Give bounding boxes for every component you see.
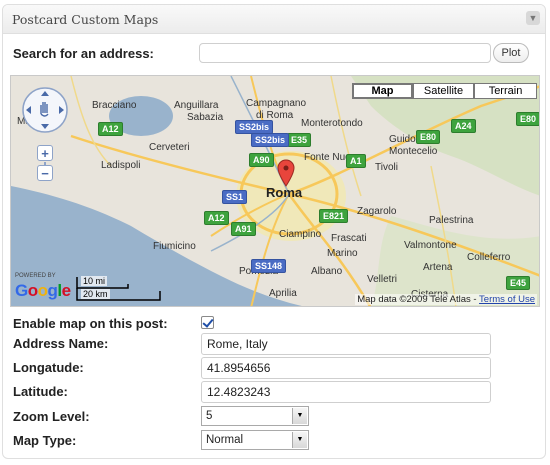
scale-km: 20 km <box>81 289 110 299</box>
zoom-out-button[interactable]: − <box>37 165 53 181</box>
map-type-label: Map Type: <box>13 433 77 448</box>
address-row: Address Name: Rome, Italy <box>3 333 545 355</box>
place-label: Bracciano <box>92 100 137 111</box>
road-shield: A24 <box>451 119 476 133</box>
search-row: Search for an address: Plot <box>3 41 545 69</box>
zoom-level-select[interactable]: 5 ▼ <box>201 406 309 426</box>
place-label: Fiumicino <box>153 241 196 252</box>
place-label: Sabazia <box>187 112 224 123</box>
road-shield: A90 <box>249 153 274 167</box>
search-label: Search for an address: <box>13 46 154 61</box>
road-shield: E35 <box>287 133 312 147</box>
longitude-label: Longatude: <box>13 360 84 375</box>
powered-by-text: POWERED BY <box>15 273 56 279</box>
place-label: Montecelio <box>389 146 438 157</box>
zoom-in-button[interactable]: + <box>37 145 53 161</box>
place-label: Anguillara <box>174 100 219 111</box>
place-label: Frascati <box>331 233 367 244</box>
place-label: Tivoli <box>375 162 398 173</box>
place-label: Palestrina <box>429 215 474 226</box>
plot-button[interactable]: Plot <box>493 43 529 63</box>
place-label: Monterotondo <box>301 118 363 129</box>
road-shield: SS148 <box>251 259 287 273</box>
enable-map-checkbox[interactable] <box>201 316 214 329</box>
road-shield: A1 <box>346 154 366 168</box>
address-input[interactable]: Rome, Italy <box>201 333 491 355</box>
enable-map-label: Enable map on this post: <box>13 316 168 331</box>
scale-miles: 10 mi <box>81 276 108 286</box>
place-label: Ladispoli <box>101 160 141 171</box>
map-pin-icon[interactable] <box>277 159 295 187</box>
chevron-down-icon[interactable]: ▼ <box>292 408 307 424</box>
place-label: Artena <box>423 262 453 273</box>
place-label-roma: Roma <box>266 185 303 200</box>
enable-map-row: Enable map on this post: <box>3 313 545 335</box>
place-label: Ciampino <box>279 229 322 240</box>
panel-title: Postcard Custom Maps <box>12 12 159 27</box>
road-shield: E80 <box>516 112 539 126</box>
map-type-value: Normal <box>206 434 244 446</box>
map-type-row: Map Type: Normal ▼ <box>3 430 545 452</box>
zoom-level-value: 5 <box>206 410 213 422</box>
maptype-satellite-button[interactable]: Satellite <box>413 83 474 99</box>
road-shield: A12 <box>98 122 123 136</box>
zoom-level-row: Zoom Level: 5 ▼ <box>3 406 545 428</box>
chevron-down-icon[interactable]: ▼ <box>292 432 307 448</box>
attribution-text: Map data ©2009 Tele Atlas - <box>357 294 480 305</box>
map-attribution: Map data ©2009 Tele Atlas - Terms of Use <box>355 294 537 305</box>
google-logo[interactable]: Google <box>15 281 71 301</box>
place-label: Zagarolo <box>357 206 397 217</box>
longitude-input[interactable]: 41.8954656 <box>201 357 491 379</box>
place-label: Velletri <box>367 274 398 285</box>
search-input[interactable] <box>199 43 491 63</box>
place-label: Marino <box>327 248 358 259</box>
road-shield: E80 <box>416 130 441 144</box>
place-label: Valmontone <box>404 240 457 251</box>
terms-of-use-link[interactable]: Terms of Use <box>479 294 535 305</box>
postcard-maps-panel: Postcard Custom Maps ▼ Search for an add… <box>2 4 546 459</box>
latitude-input[interactable]: 12.4823243 <box>201 381 491 403</box>
road-shield: E45 <box>506 276 531 290</box>
road-shield: A91 <box>231 222 256 236</box>
place-label: Campagnano <box>246 98 307 109</box>
place-label: Albano <box>311 266 343 277</box>
longitude-row: Longatude: 41.8954656 <box>3 357 545 379</box>
road-shield: A12 <box>204 211 229 225</box>
maptype-map-button[interactable]: Map <box>352 83 413 99</box>
zoom-level-label: Zoom Level: <box>13 409 90 424</box>
map-type-select[interactable]: Normal ▼ <box>201 430 309 450</box>
road-shield: E821 <box>319 209 349 223</box>
road-shield: SS1 <box>222 190 248 204</box>
maptype-terrain-button[interactable]: Terrain <box>474 83 537 99</box>
latitude-row: Latitude: 12.4823243 <box>3 381 545 403</box>
triangle-down-icon[interactable]: ▼ <box>526 11 540 25</box>
place-label: Colleferro <box>467 252 511 263</box>
road-shield: SS2bis <box>251 133 290 147</box>
map-view[interactable]: Bracciano Anguillara Sabazia Campagnano … <box>10 75 540 307</box>
place-label: Aprilia <box>269 288 297 299</box>
panel-header: Postcard Custom Maps ▼ <box>3 5 545 34</box>
pan-control[interactable] <box>21 86 69 134</box>
address-label: Address Name: <box>13 336 109 351</box>
road-shield: SS2bis <box>235 120 274 134</box>
place-label: Cerveteri <box>149 142 190 153</box>
latitude-label: Latitude: <box>13 384 68 399</box>
